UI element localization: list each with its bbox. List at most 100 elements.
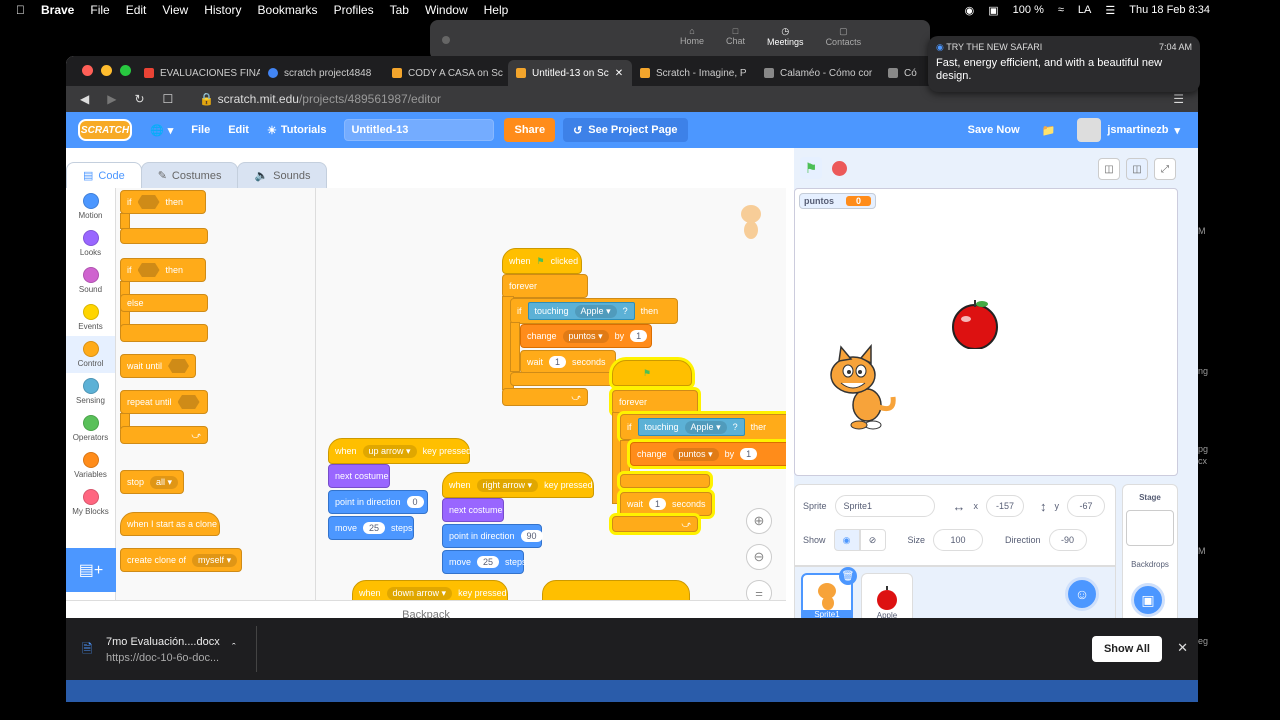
menu-history[interactable]: History [204, 3, 241, 17]
tab-code[interactable]: ▤ Code [66, 162, 142, 188]
sprite-thumb-apple[interactable]: Apple [861, 573, 913, 623]
number-input[interactable]: 25 [477, 556, 500, 568]
if-then-block[interactable]: if then [120, 190, 206, 214]
category-variables[interactable]: Variables [66, 447, 115, 484]
tab-evaluaciones[interactable]: EVALUACIONES FINA [136, 60, 260, 86]
number-input[interactable]: 90 [520, 530, 543, 542]
traffic-light[interactable] [442, 36, 450, 44]
close-window-button[interactable] [82, 65, 93, 76]
forward-icon[interactable]: ▶ [107, 92, 116, 106]
when-i-start-as-clone-block[interactable]: when I start as a clone [120, 512, 220, 536]
stage-canvas[interactable]: puntos 0 [794, 188, 1178, 476]
next-costume-block-2[interactable]: next costume [442, 498, 504, 522]
delete-sprite-icon[interactable]: 🗑 [839, 567, 857, 585]
point-in-direction-block[interactable]: point in direction 0 [328, 490, 428, 514]
if-touching-block[interactable]: if touching Apple ▾? then [510, 298, 678, 324]
when-right-arrow-pressed-block[interactable]: when right arrow ▾ key pressed [442, 472, 594, 498]
small-stage-button[interactable]: ◫ [1098, 158, 1120, 180]
variable-dropdown[interactable]: puntos ▾ [562, 329, 609, 343]
menu-view[interactable]: View [162, 3, 188, 17]
number-input[interactable]: 0 [406, 496, 424, 508]
chevron-up-icon[interactable]: ˆ [232, 642, 236, 654]
menu-tab[interactable]: Tab [390, 3, 409, 17]
menu-edit[interactable]: Edit [126, 3, 147, 17]
fullscreen-button[interactable]: ⤢ [1154, 158, 1176, 180]
close-tab-icon[interactable]: ✕ [615, 68, 623, 79]
add-extension-button[interactable]: ▤+ [66, 548, 116, 592]
wait-seconds-block[interactable]: wait 1 seconds [520, 350, 616, 374]
direction-input[interactable]: -90 [1048, 529, 1087, 551]
clone-dropdown[interactable]: myself ▾ [192, 553, 238, 567]
tab-cody[interactable]: CODY A CASA on Sc [384, 60, 508, 86]
wifi-icon[interactable]: ≈ [1058, 4, 1064, 16]
category-operators[interactable]: Operators [66, 410, 115, 447]
number-input[interactable]: 1 [649, 498, 667, 510]
category-sound[interactable]: Sound [66, 262, 115, 299]
clock[interactable]: Thu 18 Feb 8:34 [1129, 4, 1210, 16]
if-touching-block-2[interactable]: if touching Apple ▾? ther [620, 414, 786, 440]
menu-window[interactable]: Window [425, 3, 468, 17]
change-puntos-block-2[interactable]: change puntos ▾ by 1 [630, 442, 786, 466]
change-puntos-block[interactable]: change puntos ▾ by 1 [520, 324, 652, 348]
tab-sounds[interactable]: 🔈 Sounds [237, 162, 328, 188]
backdrop-thumbnail[interactable] [1126, 510, 1174, 546]
number-input[interactable]: 1 [740, 448, 758, 460]
save-now-button[interactable]: Save Now [968, 124, 1020, 136]
wait-seconds-block-2[interactable]: wait 1 seconds [620, 492, 712, 516]
touching-dropdown[interactable]: Apple ▾ [574, 304, 617, 318]
show-visible-button[interactable]: ◉ [833, 529, 860, 551]
menu-profiles[interactable]: Profiles [334, 3, 374, 17]
menu-icon[interactable]: ☰ [1173, 92, 1184, 106]
zoom-meetings[interactable]: ◷ Meetings [767, 26, 804, 47]
green-flag-button[interactable]: ⚑ [800, 157, 822, 179]
when-flag-clicked-block-2[interactable]: ⚑ [612, 360, 692, 386]
y-input[interactable]: -67 [1067, 495, 1106, 517]
apple-icon[interactable]:  [16, 3, 25, 17]
my-stuff-icon[interactable]: 📁 [1042, 124, 1056, 137]
zoom-reset-button[interactable]: = [746, 580, 772, 600]
safari-notification[interactable]: ◉ TRY THE NEW SAFARI 7:04 AM Fast, energy… [928, 36, 1200, 92]
show-hidden-button[interactable]: ⊘ [859, 529, 886, 551]
key-dropdown[interactable]: right arrow ▾ [476, 478, 539, 492]
category-sensing[interactable]: Sensing [66, 373, 115, 410]
point-in-direction-block-2[interactable]: point in direction 90 [442, 524, 543, 548]
touching-apple-block-2[interactable]: touching Apple ▾? [637, 418, 745, 436]
category-control[interactable]: Control [66, 336, 115, 373]
tab-google-search[interactable]: scratch project4848 [260, 60, 384, 86]
variable-dropdown[interactable]: puntos ▾ [672, 447, 719, 461]
size-input[interactable]: 100 [933, 529, 984, 551]
choose-sprite-button[interactable]: ☺ [1065, 577, 1099, 611]
menu-bookmarks[interactable]: Bookmarks [258, 3, 318, 17]
language-button[interactable]: 🌐 ▾ [150, 124, 173, 137]
stop-block[interactable]: stop all ▾ [120, 470, 184, 494]
touching-dropdown[interactable]: Apple ▾ [684, 420, 727, 434]
repeat-until-block[interactable]: repeat until [120, 390, 208, 414]
tab-scratch-imagine[interactable]: Scratch - Imagine, P [632, 60, 756, 86]
app-name[interactable]: Brave [41, 3, 74, 17]
minimize-window-button[interactable] [101, 65, 112, 76]
project-title-input[interactable] [344, 119, 495, 141]
category-events[interactable]: Events [66, 299, 115, 336]
zoom-out-button[interactable]: ⊖ [746, 544, 772, 570]
control-center-icon[interactable]: ☰ [1105, 4, 1115, 17]
tab-untitled-13[interactable]: Untitled-13 on Sc ✕ [508, 60, 632, 86]
zoom-home[interactable]: ⌂ Home [680, 26, 704, 47]
number-input[interactable]: 1 [630, 330, 648, 342]
reload-icon[interactable]: ↻ [134, 92, 144, 106]
show-all-button[interactable]: Show All [1091, 636, 1162, 662]
choose-backdrop-button[interactable]: ▣ [1131, 583, 1165, 617]
edit-menu[interactable]: Edit [228, 124, 249, 136]
menu-help[interactable]: Help [484, 3, 509, 17]
forever-block[interactable]: forever [502, 274, 588, 298]
number-input[interactable]: 1 [549, 356, 567, 368]
maximize-window-button[interactable] [120, 65, 131, 76]
if-else-block[interactable]: if then [120, 258, 206, 282]
touching-apple-block[interactable]: touching Apple ▾? [527, 302, 635, 320]
record-icon[interactable]: ◉ [965, 4, 975, 17]
url-field[interactable]: 🔒 scratch.mit.edu/projects/489561987/edi… [199, 92, 441, 106]
create-clone-block[interactable]: create clone of myself ▾ [120, 548, 242, 572]
stop-button[interactable] [832, 160, 847, 176]
account-menu[interactable]: jsmartinezb ▾ [1077, 118, 1180, 142]
download-item[interactable]: 🗎 7mo Evaluación....docx https://doc-10-… [82, 630, 256, 670]
tab-costumes[interactable]: ✎ Costumes [140, 162, 239, 188]
